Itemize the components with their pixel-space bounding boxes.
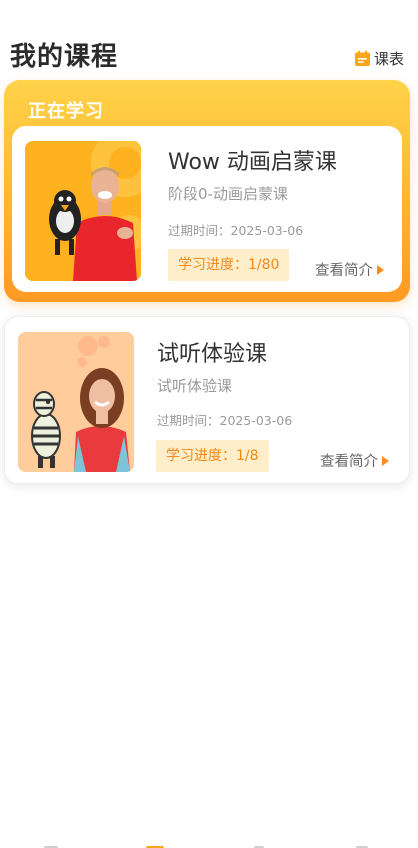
current-learning-section: 正在学习 Wow 动画启蒙课 阶段0-动画启蒙课 过期时间：2025-03-06… (4, 80, 410, 302)
course-thumbnail (25, 141, 141, 281)
progress-badge: 学习进度：1/80 (168, 249, 290, 281)
triangle-right-icon (382, 455, 389, 466)
current-course-card[interactable]: Wow 动画启蒙课 阶段0-动画启蒙课 过期时间：2025-03-06 学习进度… (12, 126, 402, 292)
view-intro-label: 查看简介 (320, 454, 378, 470)
view-intro-link[interactable]: 查看简介 (320, 450, 389, 471)
schedule-label: 课表 (373, 50, 404, 68)
course-expiry: 过期时间：2025-03-06 (168, 223, 304, 238)
course-subtitle: 试听体验课 (157, 377, 233, 395)
course-thumbnail (18, 332, 134, 472)
current-learning-label: 正在学习 (28, 101, 104, 122)
view-intro-link[interactable]: 查看简介 (315, 259, 384, 280)
triangle-right-icon (377, 264, 384, 275)
course-title: 试听体验课 (157, 342, 268, 367)
teacher-with-puppet-image (25, 141, 141, 281)
course-subtitle: 阶段0-动画启蒙课 (168, 185, 288, 203)
view-intro-label: 查看简介 (315, 263, 373, 279)
page-title: 我的课程 (10, 42, 119, 72)
calendar-icon (354, 50, 370, 66)
course-title: Wow 动画启蒙课 (168, 150, 337, 175)
course-expiry: 过期时间：2025-03-06 (157, 413, 293, 428)
course-card[interactable]: 试听体验课 试听体验课 过期时间：2025-03-06 学习进度：1/8 查看简… (4, 316, 410, 484)
progress-badge: 学习进度：1/8 (156, 440, 269, 472)
teacher-with-zebra-image (18, 332, 134, 472)
bottom-tab-bar (0, 838, 418, 848)
schedule-button[interactable]: 课表 (354, 48, 404, 69)
